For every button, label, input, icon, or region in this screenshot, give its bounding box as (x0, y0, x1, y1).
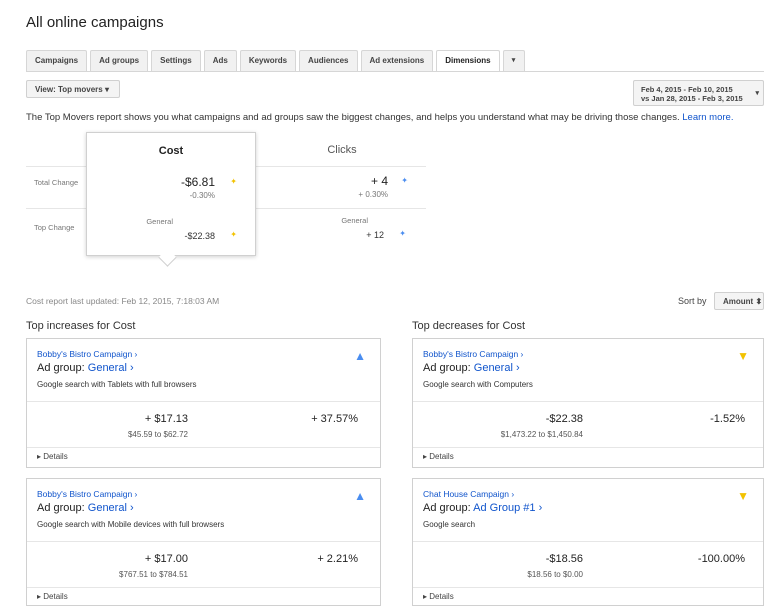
change-range: $767.51 to $784.51 (119, 570, 188, 579)
change-range: $45.59 to $62.72 (127, 430, 188, 439)
ad-group-prefix: Ad group: (423, 502, 474, 514)
cost-total-pct: -0.30% (189, 191, 215, 200)
card-divider (413, 541, 763, 542)
date-range-picker[interactable]: Feb 4, 2015 - Feb 10, 2015 vs Jan 28, 20… (633, 80, 764, 106)
cost-total-change: -$6.81 (180, 175, 215, 189)
sort-dropdown[interactable]: Amount ⬍ (714, 292, 764, 310)
tab-ads[interactable]: Ads (203, 50, 237, 71)
change-amount: + $17.13 (144, 413, 188, 425)
card-divider (27, 587, 380, 588)
date-range-compare: vs Jan 28, 2015 - Feb 3, 2015 (641, 94, 743, 103)
clicks-top-change-value: + 12 (366, 230, 384, 240)
change-range: $1,473.22 to $1,450.84 (500, 430, 583, 439)
details-toggle[interactable]: ▸ Details (37, 452, 68, 461)
clicks-total-pct: + 0.30% (358, 190, 388, 199)
ad-group-line: Ad group: Ad Group #1 › (423, 502, 542, 514)
tab-campaigns[interactable]: Campaigns (26, 50, 88, 71)
tab-dimensions[interactable]: Dimensions (436, 50, 500, 72)
cost-top-change-name: General (146, 217, 173, 226)
change-amount: + $17.00 (144, 553, 188, 565)
segment-description: Google search (423, 520, 476, 529)
tab-more-button[interactable]: ▾ (502, 50, 525, 71)
segment-description: Google search with Computers (423, 380, 533, 389)
arrow-up-icon: ✦ (399, 229, 406, 238)
tab-divider (26, 71, 764, 72)
change-percent: -1.52% (710, 413, 745, 425)
decreases-title: Top decreases for Cost (412, 320, 526, 332)
arrow-down-icon: ▼ (737, 489, 749, 503)
tab-keywords[interactable]: Keywords (239, 50, 297, 71)
change-amount: -$22.38 (545, 413, 583, 425)
cost-column[interactable]: Cost -$6.81 ✦ -0.30% General -$22.38 ✦ (86, 132, 256, 256)
tab-ad-groups[interactable]: Ad groups (90, 50, 149, 71)
change-range: $18.56 to $0.00 (527, 570, 583, 579)
details-toggle[interactable]: ▸ Details (423, 592, 454, 601)
last-updated-text: Cost report last updated: Feb 12, 2015, … (26, 296, 220, 306)
ad-group-line: Ad group: General › (423, 362, 520, 374)
arrow-up-icon: ▲ (354, 349, 366, 363)
page-title: All online campaigns (26, 14, 164, 31)
change-percent: + 37.57% (311, 413, 358, 425)
summary-table: Total Change Top Change Clicks + 4 ✦ + 0… (26, 132, 426, 256)
row-label-top-change: Top Change (34, 223, 75, 232)
clicks-top-change-name: General (341, 216, 368, 225)
increase-card: Bobby's Bistro Campaign › Ad group: Gene… (26, 478, 381, 606)
clicks-column[interactable]: Clicks + 4 ✦ + 0.30% General + 12 ✦ (258, 132, 426, 256)
campaign-link[interactable]: Bobby's Bistro Campaign › (37, 489, 137, 499)
card-divider (413, 447, 763, 448)
ad-group-prefix: Ad group: (37, 502, 88, 514)
ad-group-prefix: Ad group: (37, 362, 88, 374)
card-divider (27, 401, 380, 402)
intro-body: The Top Movers report shows you what cam… (26, 112, 680, 123)
details-toggle[interactable]: ▸ Details (423, 452, 454, 461)
campaign-link[interactable]: Bobby's Bistro Campaign › (423, 349, 523, 359)
card-divider (27, 541, 380, 542)
clicks-header: Clicks (327, 144, 357, 156)
intro-text: The Top Movers report shows you what cam… (26, 112, 733, 123)
segment-description: Google search with Tablets with full bro… (37, 380, 197, 389)
row-label-total-change: Total Change (34, 178, 79, 187)
ad-group-link[interactable]: General › (474, 362, 520, 374)
card-divider (413, 587, 763, 588)
tab-ad-extensions[interactable]: Ad extensions (360, 50, 434, 71)
arrow-up-icon: ✦ (401, 176, 408, 185)
view-dropdown[interactable]: View: Top movers ▾ (26, 80, 120, 98)
change-amount: -$18.56 (545, 553, 583, 565)
increase-card: Bobby's Bistro Campaign › Ad group: Gene… (26, 338, 381, 468)
arrow-down-icon: ▼ (737, 349, 749, 363)
chevron-down-icon: ▾ (755, 90, 759, 97)
ad-group-line: Ad group: General › (37, 502, 134, 514)
ad-group-prefix: Ad group: (423, 362, 474, 374)
decrease-card: Bobby's Bistro Campaign › Ad group: Gene… (412, 338, 764, 468)
card-divider (413, 401, 763, 402)
cost-top-change-value: -$22.38 (184, 231, 215, 241)
ad-group-link[interactable]: General › (88, 502, 134, 514)
arrow-down-icon: ✦ (230, 177, 237, 186)
tab-audiences[interactable]: Audiences (299, 50, 358, 71)
decrease-card: Chat House Campaign › Ad group: Ad Group… (412, 478, 764, 606)
details-toggle[interactable]: ▸ Details (37, 592, 68, 601)
increases-title: Top increases for Cost (26, 320, 136, 332)
ad-group-link[interactable]: General › (88, 362, 134, 374)
campaign-link[interactable]: Chat House Campaign › (423, 489, 514, 499)
campaign-link[interactable]: Bobby's Bistro Campaign › (37, 349, 137, 359)
ad-group-link[interactable]: Ad Group #1 › (473, 502, 542, 514)
segment-description: Google search with Mobile devices with f… (37, 520, 225, 529)
tab-bar: Campaigns Ad groups Settings Ads Keyword… (26, 50, 528, 72)
change-percent: -100.00% (697, 553, 745, 565)
date-range-current: Feb 4, 2015 - Feb 10, 2015 (641, 85, 733, 94)
card-divider (27, 447, 380, 448)
cost-header: Cost (158, 145, 184, 157)
clicks-total-change: + 4 (370, 174, 388, 188)
arrow-down-icon: ✦ (230, 230, 237, 239)
tab-settings[interactable]: Settings (151, 50, 201, 71)
learn-more-link[interactable]: Learn more. (682, 112, 733, 123)
ad-group-line: Ad group: General › (37, 362, 134, 374)
sort-label: Sort by (678, 296, 707, 306)
arrow-up-icon: ▲ (354, 489, 366, 503)
change-percent: + 2.21% (317, 553, 358, 565)
